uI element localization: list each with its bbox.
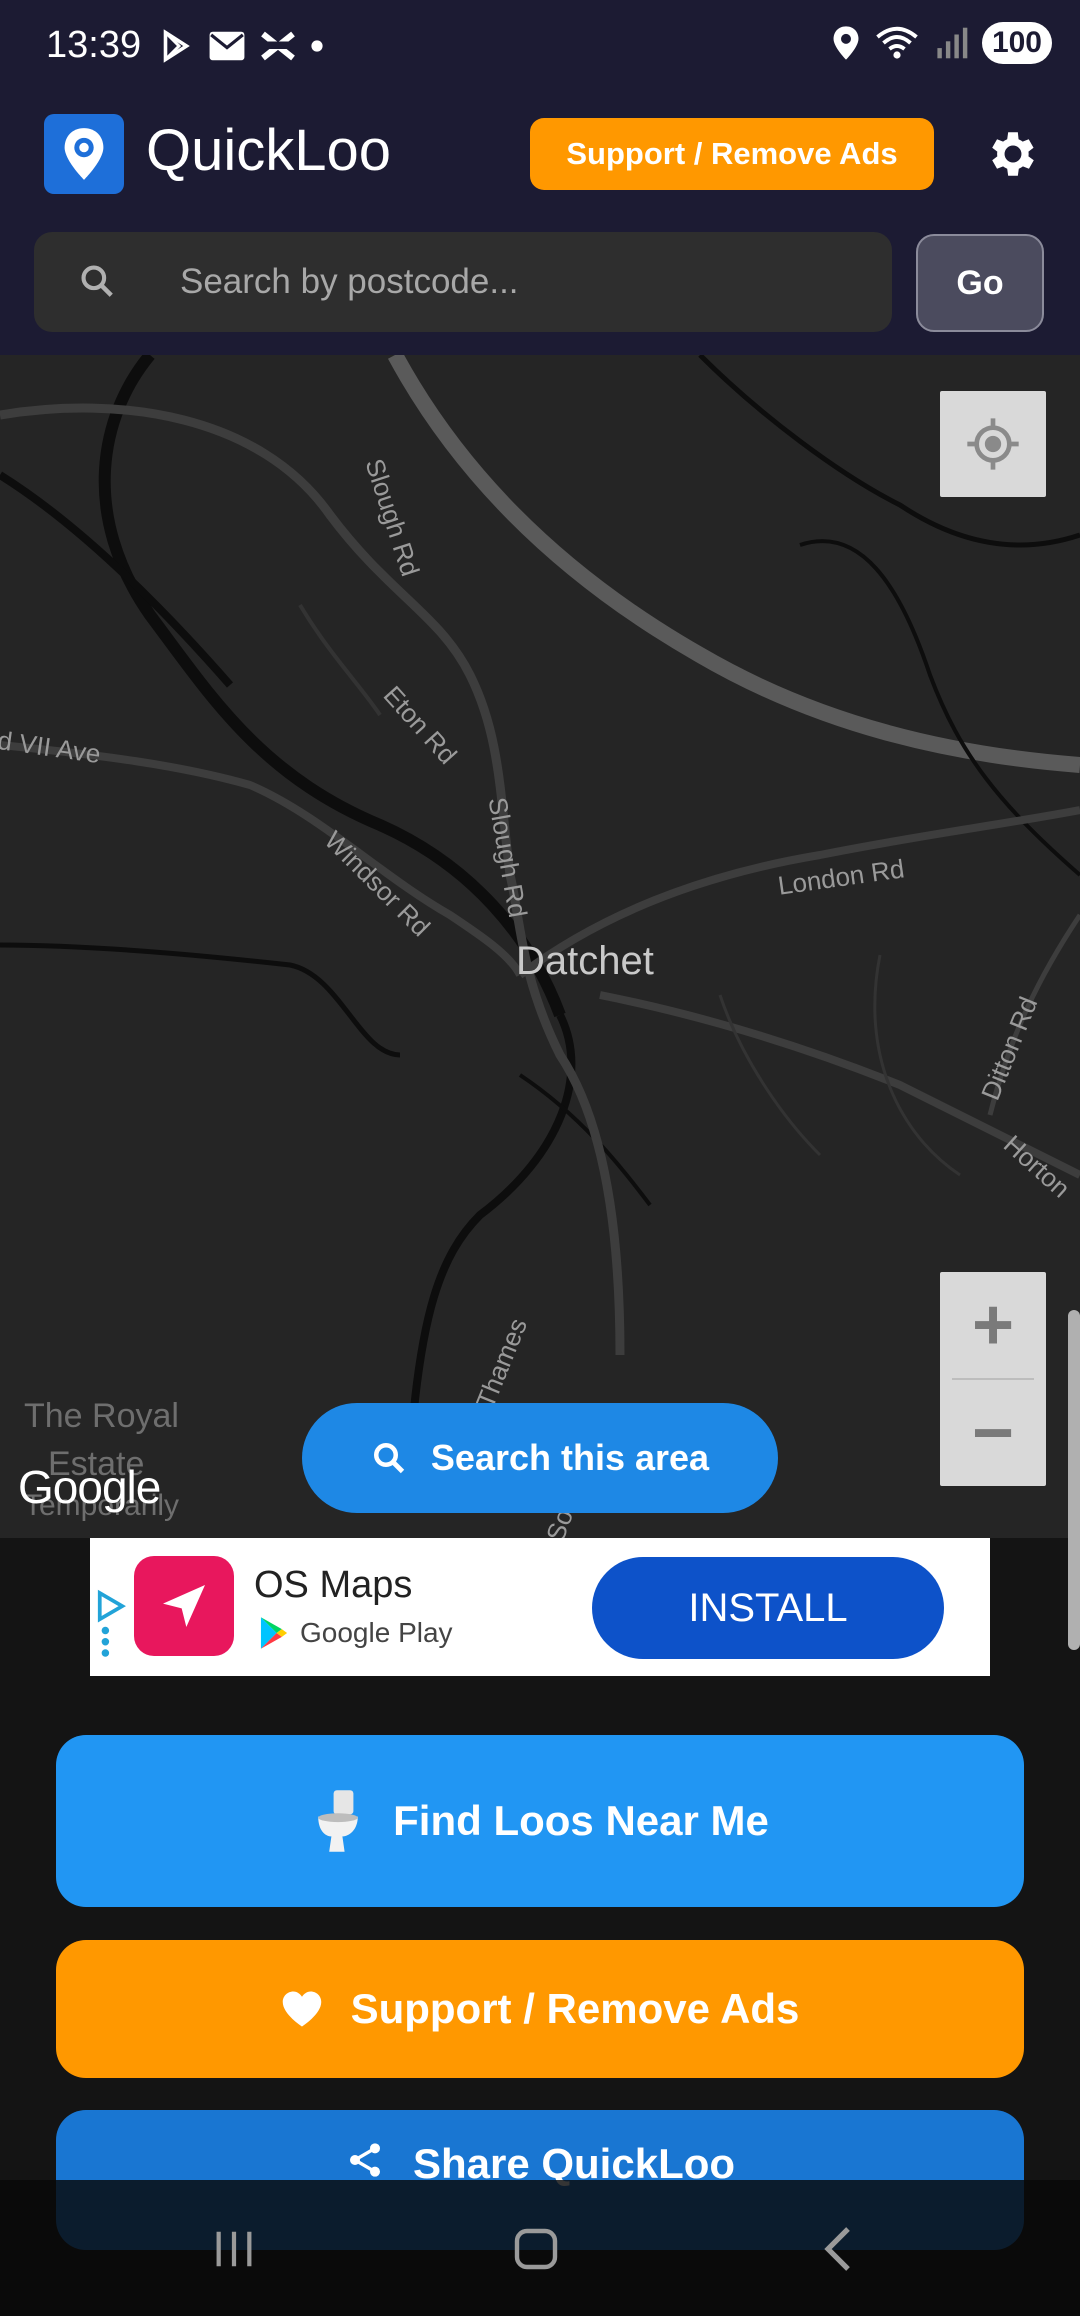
recent-apps-icon: [216, 2231, 252, 2267]
adchoices-icon[interactable]: [96, 1588, 126, 1663]
status-system-icons: 100: [832, 22, 1052, 64]
halifax-icon: [261, 31, 295, 61]
battery-indicator: 100: [981, 22, 1052, 64]
system-navigation-bar: [0, 2180, 1080, 2316]
mail-icon: [209, 31, 245, 61]
navigation-arrow-icon: [163, 1585, 205, 1627]
home-icon: [514, 2228, 558, 2270]
signal-icon: [937, 27, 968, 59]
support-remove-ads-header-button[interactable]: Support / Remove Ads: [530, 118, 934, 190]
gear-icon: [992, 132, 1034, 176]
map-pin-icon: [64, 128, 104, 180]
zoom-out-button[interactable]: −: [940, 1380, 1046, 1486]
my-location-button[interactable]: [940, 391, 1046, 497]
ad-banner[interactable]: OS Maps Google Play INSTALL: [90, 1538, 990, 1676]
postcode-search-box: [34, 232, 892, 332]
app-header: QuickLoo Support / Remove Ads Go: [0, 95, 1080, 355]
app-screen: 13:39 100 QuickLoo Support / Remove Ads: [0, 0, 1080, 2316]
back-button[interactable]: [800, 2214, 880, 2284]
recent-apps-button[interactable]: [194, 2214, 274, 2284]
back-icon: [824, 2227, 850, 2271]
search-icon: [78, 262, 116, 305]
heart-icon: [282, 1991, 321, 2027]
settings-button[interactable]: [982, 123, 1044, 185]
ad-install-button[interactable]: INSTALL: [592, 1557, 944, 1659]
search-icon: [373, 1443, 405, 1474]
scrollbar[interactable]: [1068, 1310, 1080, 1650]
support-remove-ads-button[interactable]: Support / Remove Ads: [56, 1940, 1024, 2078]
google-attribution: Google: [18, 1461, 161, 1513]
go-button[interactable]: Go: [916, 234, 1044, 332]
google-play-icon: [260, 1617, 288, 1649]
location-icon: [833, 26, 859, 60]
status-bar: 13:39 100: [0, 0, 1080, 95]
dot-icon: [311, 40, 323, 52]
zoom-controls: + −: [940, 1272, 1046, 1486]
ad-title: OS Maps: [254, 1564, 413, 1606]
toilet-icon: [318, 1790, 358, 1852]
area-label: The Royal: [24, 1397, 179, 1435]
search-this-area-button[interactable]: Search this area: [302, 1403, 778, 1513]
os-maps-app-icon[interactable]: [134, 1556, 234, 1656]
find-loos-label: Find Loos Near Me: [393, 1797, 769, 1844]
app-logo: [44, 114, 124, 194]
postcode-search-input[interactable]: [180, 252, 860, 312]
crosshair-icon: [967, 418, 1019, 470]
home-button[interactable]: [496, 2214, 576, 2284]
play-store-icon: [163, 29, 190, 63]
zoom-in-button[interactable]: +: [940, 1272, 1046, 1378]
app-title: QuickLoo: [146, 118, 392, 183]
share-icon: [349, 2143, 380, 2177]
map-view[interactable]: Slough Rd Eton Rd Slough Rd Windsor Rd L…: [0, 355, 1080, 1538]
find-loos-near-me-button[interactable]: Find Loos Near Me: [56, 1735, 1024, 1907]
wifi-icon: [876, 26, 918, 59]
search-this-area-label: Search this area: [430, 1437, 710, 1478]
ad-store-label: Google Play: [300, 1617, 453, 1648]
status-notification-icons: [158, 28, 324, 64]
status-time: 13:39: [46, 24, 142, 66]
ad-store: Google Play: [258, 1616, 453, 1650]
map-town-label: Datchet: [516, 939, 654, 983]
support-remove-ads-label: Support / Remove Ads: [350, 1985, 800, 2032]
